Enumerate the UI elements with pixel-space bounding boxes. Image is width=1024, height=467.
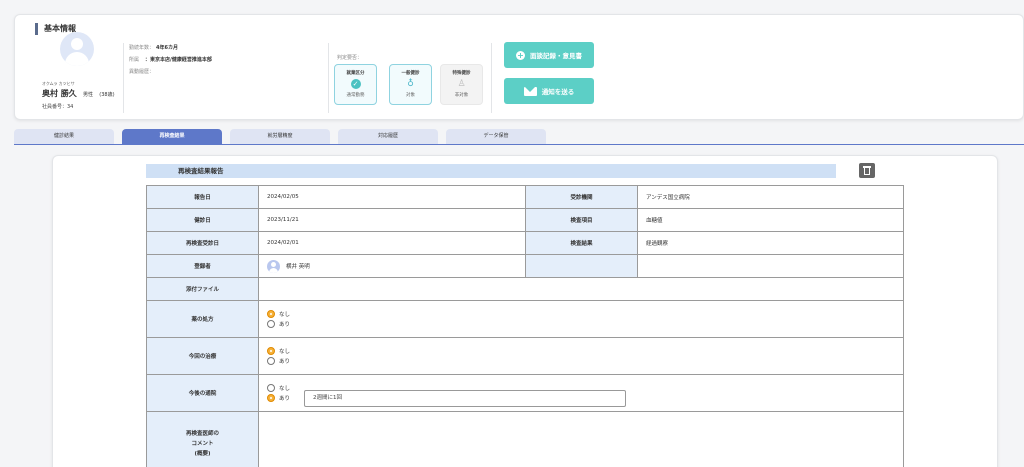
report-date-label: 報告日 [146, 185, 259, 209]
table-row: 今後の通院 なし あり 2週間に1回 [146, 374, 904, 412]
divider [328, 43, 329, 113]
table-row: 薬の処方 なし あり [146, 300, 904, 338]
exam-item-value: 血糖値 [637, 208, 904, 232]
medicine-options: なし あり [258, 300, 904, 338]
judgement-general-checkup[interactable]: 一般健診 ♁ 対象 [389, 64, 432, 105]
mail-icon [523, 86, 537, 96]
institution-value: アンデス国立病院 [637, 185, 904, 209]
section-title: 再検査結果報告 [146, 164, 836, 178]
delete-button[interactable] [859, 163, 875, 178]
medicine-none-option[interactable]: なし [267, 309, 903, 319]
dept-label: 所属 [129, 57, 140, 63]
employee-age: (38歳) [99, 92, 115, 98]
table-row: 再検査受診日 2024/02/01 検査結果 経過観察 [146, 231, 904, 255]
transfer-history-label: 異動履歴： [129, 69, 155, 75]
radio-icon[interactable] [267, 357, 275, 365]
employee-gender: 男性 [83, 92, 94, 98]
avatar [60, 32, 94, 66]
doctor-comment-field[interactable] [258, 411, 904, 467]
treatment-none-option[interactable]: なし [267, 346, 903, 356]
user-icon [267, 259, 280, 273]
treatment-yes-option[interactable]: あり [267, 356, 903, 366]
judgement-label: 判定要否： [337, 55, 363, 61]
judgement-status: 通常勤務 [346, 93, 365, 98]
check-circle-icon: ✓ [350, 79, 361, 89]
send-notification-button[interactable]: 通知を送る [504, 78, 594, 104]
empty-header-cell [525, 254, 638, 278]
tab-response-history[interactable]: 対応履歴 [338, 129, 438, 144]
plus-icon: + [516, 50, 525, 60]
visit-label: 今後の通院 [146, 374, 259, 412]
tenure-value: 4年6カ月 [156, 45, 178, 51]
radio-icon[interactable] [267, 384, 275, 392]
tenure-label: 勤続年数： [129, 45, 155, 51]
radio-icon[interactable] [267, 320, 275, 328]
table-row: 登録者 横井 英明 [146, 254, 904, 278]
checkup-date-label: 健診日 [146, 208, 259, 232]
recheck-report-table: 報告日 2024/02/05 受診機関 アンデス国立病院 健診日 2023/11… [146, 185, 904, 467]
employee-name: 奥村 勝久 [42, 89, 77, 98]
medicine-label: 薬の処方 [146, 300, 259, 338]
judgement-status: 対象 [406, 93, 415, 98]
judgement-status: 非対象 [454, 93, 469, 98]
page: 基本情報 オクムラ カツヒサ 奥村 勝久 男性 (38歳) 社員番号：34 勤続… [0, 0, 1024, 467]
judgement-work-class[interactable]: 就業区分 ✓ 通常勤務 [334, 64, 377, 105]
table-row: 報告日 2024/02/05 受診機関 アンデス国立病院 [146, 185, 904, 209]
tenure-row: 勤続年数： 4年6カ月 [129, 44, 178, 51]
tab-checkup-results[interactable]: 健診結果 [14, 129, 114, 144]
interview-record-label: 面談記録・意見書 [530, 52, 582, 60]
table-row: 再検査医師の コメント (概要) [146, 411, 904, 467]
recheck-date-value: 2024/02/01 [258, 231, 526, 255]
registrant-label: 登録者 [146, 254, 259, 278]
registrant-name: 横井 英明 [286, 263, 310, 270]
interview-record-button[interactable]: + 面談記録・意見書 [504, 42, 594, 68]
doctor-comment-label: 再検査医師の コメント (概要) [146, 411, 259, 467]
employee-name-row: 奥村 勝久 男性 (38歳) [42, 88, 115, 99]
table-row: 健診日 2023/11/21 検査項目 血糖値 [146, 208, 904, 232]
stethoscope-icon: ♁ [407, 79, 414, 89]
judgement-title: 特殊健診 [452, 71, 471, 76]
report-date-value: 2024/02/05 [258, 185, 526, 209]
tab-recheck-results[interactable]: 再検査結果 [122, 129, 222, 144]
recheck-date-label: 再検査受診日 [146, 231, 259, 255]
judgement-title: 一般健診 [401, 71, 420, 76]
radio-checked-icon[interactable] [267, 310, 275, 318]
employee-number: 社員番号：34 [42, 104, 74, 110]
person-icon: ♙ [457, 79, 466, 89]
employee-kana: オクムラ カツヒサ [42, 81, 75, 86]
tab-underline [14, 144, 1024, 145]
visit-options: なし あり 2週間に1回 [258, 374, 904, 412]
tab-work-accuracy[interactable]: 就労層精度 [230, 129, 330, 144]
dept-value: ：東京本店/健康経営推進本部 [145, 57, 212, 63]
institution-label: 受診機関 [525, 185, 638, 209]
registrant-value: 横井 英明 [258, 254, 526, 278]
attachment-label: 添付ファイル [146, 277, 259, 301]
checkup-date-value: 2023/11/21 [258, 208, 526, 232]
attachment-dropzone[interactable] [258, 277, 904, 301]
exam-item-label: 検査項目 [525, 208, 638, 232]
exam-result-value: 経過観察 [637, 231, 904, 255]
exam-result-label: 検査結果 [525, 231, 638, 255]
radio-checked-icon[interactable] [267, 347, 275, 355]
visit-yes-option[interactable]: あり 2週間に1回 [267, 389, 903, 407]
tab-bar: 健診結果 再検査結果 就労層精度 対応履歴 データ保管 [14, 129, 546, 144]
judgement-special-checkup[interactable]: 特殊健診 ♙ 非対象 [440, 64, 483, 105]
table-row: 添付ファイル [146, 277, 904, 301]
treatment-label: 今回の治療 [146, 337, 259, 375]
dept-row: 所属 ：東京本店/健康経営推進本部 [129, 56, 212, 63]
table-row: 今回の治療 なし あり [146, 337, 904, 375]
radio-checked-icon[interactable] [267, 394, 275, 402]
divider [491, 43, 492, 113]
visit-frequency-input[interactable]: 2週間に1回 [304, 389, 627, 407]
tab-data-storage[interactable]: データ保管 [446, 129, 546, 144]
treatment-options: なし あり [258, 337, 904, 375]
medicine-yes-option[interactable]: あり [267, 319, 903, 329]
empty-value-cell [637, 254, 904, 278]
send-notification-label: 通知を送る [541, 88, 575, 96]
judgement-title: 就業区分 [346, 71, 365, 76]
divider [123, 43, 124, 113]
